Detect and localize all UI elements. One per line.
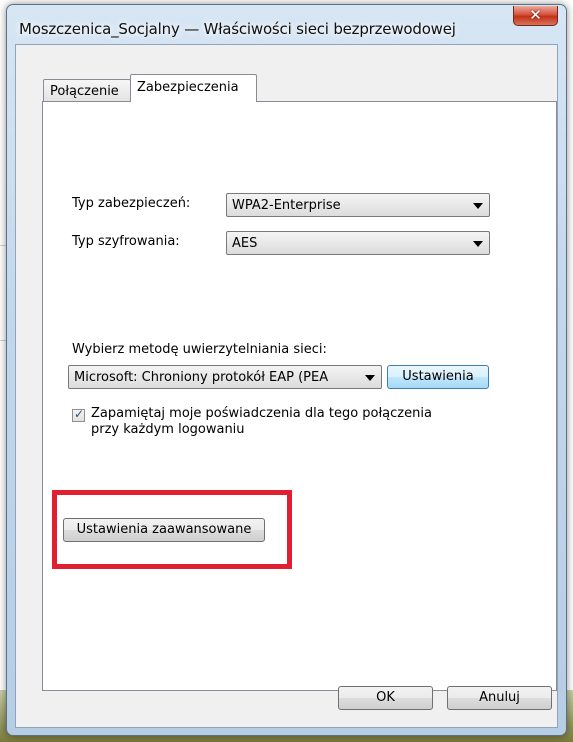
auth-method-select[interactable]: Microsoft: Chroniony protokół EAP (PEA (68, 365, 382, 389)
auth-settings-button[interactable]: Ustawienia (387, 365, 489, 389)
window-title: Moszczenica_Socjalny — Właściwości sieci… (19, 20, 456, 38)
auth-method-value: Microsoft: Chroniony protokół EAP (PEA (74, 370, 329, 385)
security-type-select[interactable]: WPA2-Enterprise (226, 193, 490, 217)
encryption-type-label: Typ szyfrowania: (72, 234, 180, 249)
ok-button[interactable]: OK (338, 686, 433, 710)
tab-connection[interactable]: Połączenie (43, 79, 131, 101)
remember-credentials-checkbox[interactable]: ✓ (72, 407, 85, 422)
chevron-down-icon (473, 241, 483, 247)
security-tab-panel: Typ zabezpieczeń: WPA2-Enterprise Typ sz… (42, 101, 557, 691)
security-type-label: Typ zabezpieczeń: (72, 196, 191, 211)
advanced-settings-button[interactable]: Ustawienia zaawansowane (63, 518, 265, 542)
close-icon: ✕ (529, 6, 542, 24)
security-type-value: WPA2-Enterprise (232, 198, 341, 213)
tab-security[interactable]: Zabezpieczenia (130, 74, 257, 102)
title-bar[interactable]: Moszczenica_Socjalny — Właściwości sieci… (7, 5, 566, 45)
chevron-down-icon (365, 375, 375, 381)
encryption-type-value: AES (232, 236, 258, 251)
auth-method-label: Wybierz metodę uwierzytelniania sieci: (72, 342, 327, 357)
close-button[interactable]: ✕ (513, 6, 558, 26)
checkmark-icon: ✓ (74, 407, 85, 421)
remember-credentials-label-line2: przy każdym logowaniu (91, 422, 245, 437)
encryption-type-select[interactable]: AES (226, 231, 490, 255)
cancel-button[interactable]: Anuluj (447, 686, 552, 710)
dialog-client-area: Połączenie Zabezpieczenia Typ zabezpiecz… (15, 44, 558, 728)
remember-credentials-label-line1: Zapamiętaj moje poświadczenia dla tego p… (91, 406, 432, 421)
properties-dialog: Moszczenica_Socjalny — Właściwości sieci… (6, 4, 567, 736)
chevron-down-icon (473, 203, 483, 209)
